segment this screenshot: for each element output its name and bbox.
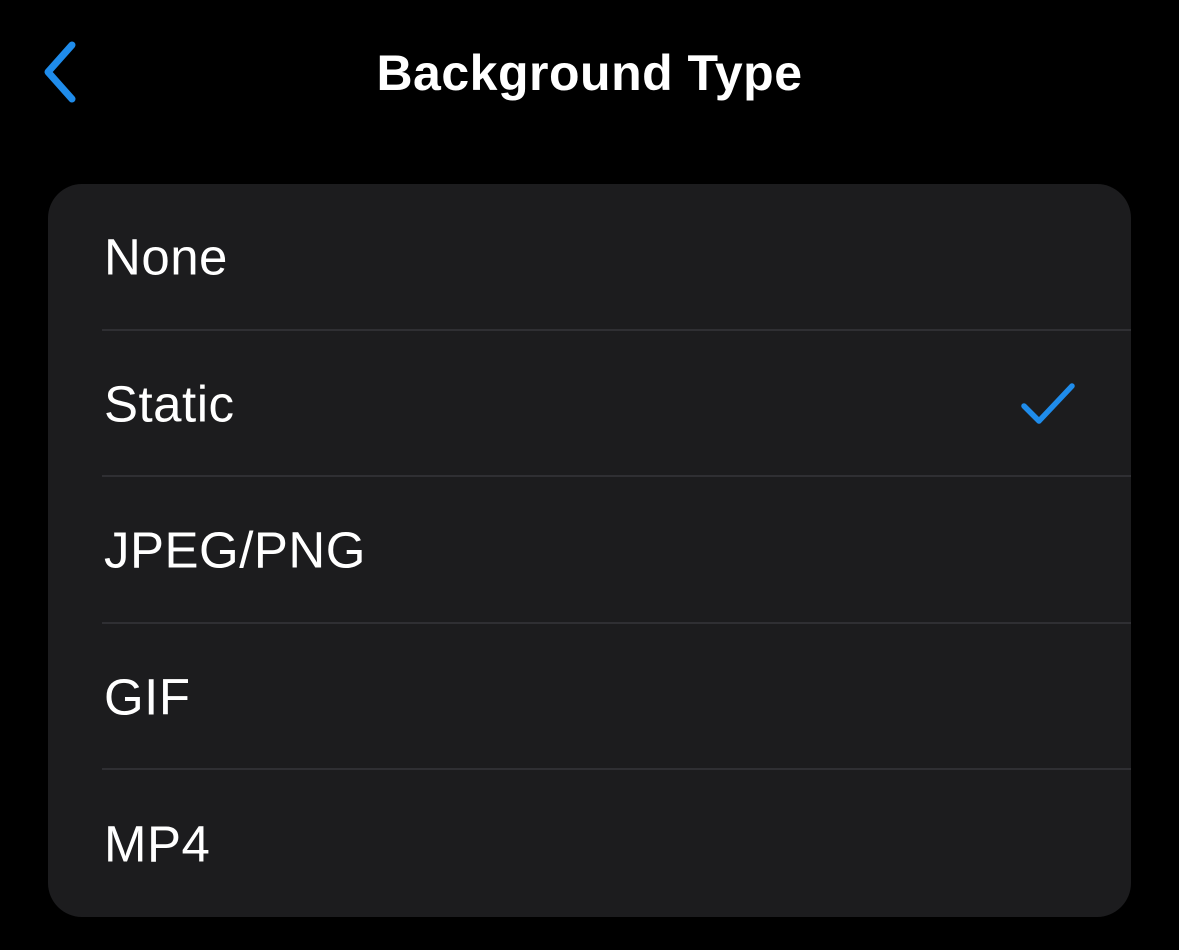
options-list: None Static JPEG/PNG GIF MP4 xyxy=(48,184,1131,917)
option-row-mp4[interactable]: MP4 xyxy=(48,770,1131,917)
page-title: Background Type xyxy=(376,45,803,101)
option-label: GIF xyxy=(104,668,191,726)
option-row-jpeg-png[interactable]: JPEG/PNG xyxy=(48,477,1131,624)
checkmark-icon xyxy=(1021,383,1075,424)
option-label: MP4 xyxy=(104,815,211,873)
option-row-gif[interactable]: GIF xyxy=(48,624,1131,771)
option-label: JPEG/PNG xyxy=(104,521,366,579)
option-row-none[interactable]: None xyxy=(48,184,1131,331)
option-label: None xyxy=(104,228,228,286)
option-label: Static xyxy=(104,375,235,433)
option-row-static[interactable]: Static xyxy=(48,331,1131,478)
navigation-bar: Background Type xyxy=(0,0,1179,146)
